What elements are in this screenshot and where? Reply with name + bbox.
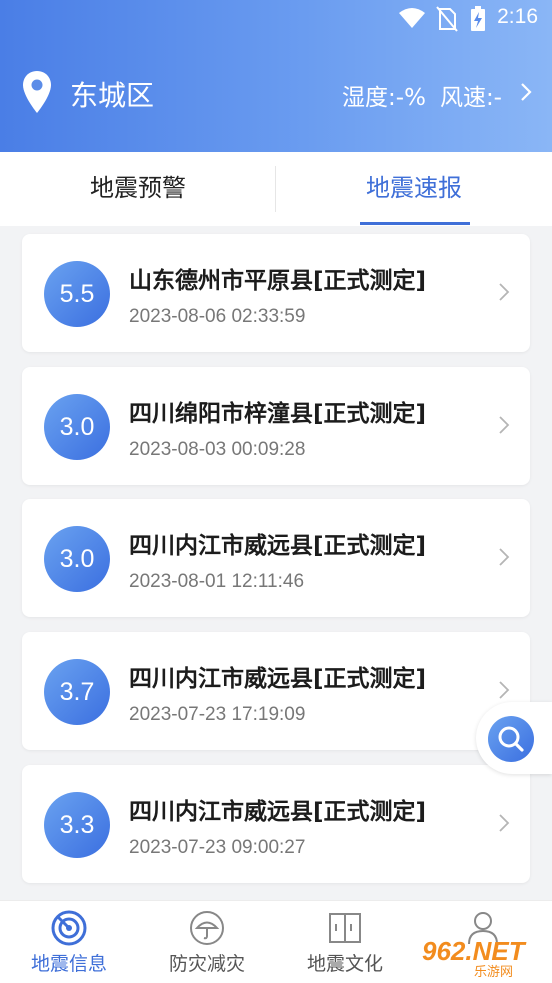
wifi-icon: [399, 8, 425, 28]
watermark-subtext: 乐游网: [474, 965, 514, 980]
search-button[interactable]: [488, 716, 534, 762]
magnitude-badge: 3.7: [44, 659, 110, 725]
magnitude-badge: 3.3: [44, 792, 110, 858]
quake-time: 2023-07-23 09:00:27: [129, 837, 306, 858]
quake-location: 山东德州市平原县[正式测定]: [129, 268, 427, 294]
chevron-right-icon[interactable]: [520, 82, 532, 102]
tab-bar: 地震预警 地震速报: [0, 152, 552, 226]
quake-location: 四川内江市威远县[正式测定]: [129, 666, 427, 692]
nav-label: 地震文化: [306, 953, 383, 975]
quake-time: 2023-08-01 12:11:46: [129, 571, 305, 592]
tab-early-warning[interactable]: 地震预警: [0, 152, 276, 226]
list-item[interactable]: 3.0 四川绵阳市梓潼县[正式测定] 2023-08-03 00:09:28: [22, 367, 530, 485]
wind-text: 风速:-: [439, 85, 502, 111]
location-pin-icon: [23, 71, 51, 113]
chevron-right-icon: [499, 548, 510, 566]
search-fab[interactable]: [476, 702, 552, 774]
no-sim-icon: [436, 6, 458, 32]
quake-location: 四川绵阳市梓潼县[正式测定]: [129, 401, 427, 427]
chevron-right-icon: [499, 814, 510, 832]
nav-label: 防灾减灾: [168, 953, 245, 975]
nav-label: 地震信息: [30, 953, 107, 975]
status-time: 2:16: [497, 5, 538, 28]
humidity-text: 湿度:-%: [342, 85, 426, 111]
location-bar[interactable]: 东城区 湿度:-% 风速:-: [0, 56, 552, 132]
list-item[interactable]: 5.5 山东德州市平原县[正式测定] 2023-08-06 02:33:59: [22, 234, 530, 352]
chevron-right-icon: [499, 681, 510, 699]
chevron-right-icon: [499, 416, 510, 434]
list-item[interactable]: 3.7 四川内江市威远县[正式测定] 2023-07-23 17:19:09: [22, 632, 530, 750]
magnitude-badge: 5.5: [44, 261, 110, 327]
search-icon: [498, 726, 524, 752]
status-bar: 2:16: [0, 0, 552, 36]
quake-location: 四川内江市威远县[正式测定]: [129, 533, 427, 559]
battery-charging-icon: [471, 6, 485, 31]
list-item[interactable]: 3.0 四川内江市威远县[正式测定] 2023-08-01 12:11:46: [22, 499, 530, 617]
quake-time: 2023-07-23 17:19:09: [129, 704, 306, 725]
header: 2:16 东城区 湿度:-% 风速:-: [0, 0, 552, 152]
list-item[interactable]: 3.3 四川内江市威远县[正式测定] 2023-07-23 09:00:27: [22, 765, 530, 883]
radar-icon: [51, 910, 87, 946]
active-tab-indicator: [360, 222, 470, 225]
tab-quick-report[interactable]: 地震速报: [276, 152, 552, 226]
magnitude-badge: 3.0: [44, 526, 110, 592]
quake-location: 四川内江市威远县[正式测定]: [129, 799, 427, 825]
chevron-right-icon: [499, 283, 510, 301]
quake-time: 2023-08-06 02:33:59: [129, 306, 306, 327]
umbrella-icon: [190, 911, 224, 945]
weather-info[interactable]: 湿度:-% 风速:-: [342, 78, 502, 112]
nav-disaster-prevention[interactable]: 防灾减灾: [138, 901, 276, 983]
nav-quake-info[interactable]: 地震信息: [0, 901, 138, 983]
book-icon: [329, 913, 361, 943]
quake-time: 2023-08-03 00:09:28: [129, 439, 306, 460]
watermark-logo: 962.NET 乐游网: [414, 934, 546, 980]
magnitude-badge: 3.0: [44, 394, 110, 460]
nav-quake-culture[interactable]: 地震文化: [276, 901, 414, 983]
city-name[interactable]: 东城区: [70, 74, 154, 114]
